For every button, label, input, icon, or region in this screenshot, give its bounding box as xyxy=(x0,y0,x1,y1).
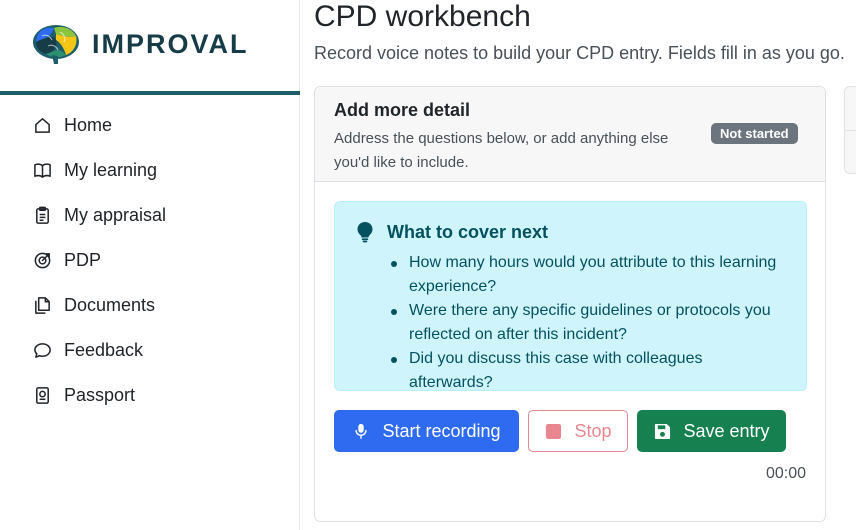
sidebar-item-my-learning[interactable]: My learning xyxy=(0,148,300,193)
brand[interactable]: IMPROVAL xyxy=(30,22,249,66)
sidebar-item-my-appraisal[interactable]: My appraisal xyxy=(0,193,300,238)
tip-list: How many hours would you attribute to th… xyxy=(355,251,788,395)
chat-bubble-icon xyxy=(32,341,52,361)
brain-logo-icon xyxy=(33,25,79,64)
book-icon xyxy=(32,161,52,181)
lightbulb-icon xyxy=(357,222,373,243)
sidebar-item-documents[interactable]: Documents xyxy=(0,283,300,328)
tip-header: What to cover next xyxy=(355,221,788,243)
card-header: Add more detail Address the questions be… xyxy=(315,87,825,182)
passport-icon xyxy=(32,386,52,406)
start-recording-label: Start recording xyxy=(382,420,501,441)
documents-icon xyxy=(32,296,52,316)
status-badge: Not started xyxy=(711,123,798,144)
start-recording-button[interactable]: Start recording xyxy=(334,410,519,452)
stop-icon xyxy=(544,422,562,440)
list-item: Did you discuss this case with colleague… xyxy=(389,347,788,395)
secondary-card-edge xyxy=(844,86,856,174)
tip-title: What to cover next xyxy=(387,221,549,242)
page-subtitle: Record voice notes to build your CPD ent… xyxy=(314,43,845,63)
microphone-icon xyxy=(352,422,370,440)
list-item: How many hours would you attribute to th… xyxy=(389,251,788,299)
sidebar-item-label: Documents xyxy=(64,295,156,315)
page-title: CPD workbench xyxy=(314,0,531,33)
sidebar-item-label: Feedback xyxy=(64,340,144,360)
brand-name: IMPROVAL xyxy=(92,28,249,59)
list-item: Were there any specific guidelines or pr… xyxy=(389,299,788,347)
sidebar-item-label: My appraisal xyxy=(64,205,167,225)
clipboard-icon xyxy=(32,206,52,226)
sidebar-item-label: PDP xyxy=(64,250,102,270)
sidebar-nav: Home My learning My appraisal PDP Docume… xyxy=(0,103,300,418)
recording-timer: 00:00 xyxy=(765,465,806,482)
add-detail-card: Add more detail Address the questions be… xyxy=(314,86,826,522)
stop-label: Stop xyxy=(574,420,612,441)
sidebar-item-label: Passport xyxy=(64,385,136,405)
sidebar-item-home[interactable]: Home xyxy=(0,103,300,148)
stop-button[interactable]: Stop xyxy=(528,410,628,452)
brand-divider xyxy=(0,91,300,95)
sidebar-item-label: Home xyxy=(64,115,113,135)
divider xyxy=(845,130,856,131)
card-description: Address the questions below, or add anyt… xyxy=(334,130,669,171)
floppy-disk-icon xyxy=(653,422,671,440)
card-title: Add more detail xyxy=(334,100,471,120)
sidebar-item-feedback[interactable]: Feedback xyxy=(0,328,300,373)
recording-actions: Start recording Stop Save entry xyxy=(334,410,806,452)
home-icon xyxy=(32,116,52,136)
sidebar-item-passport[interactable]: Passport xyxy=(0,373,300,418)
tip-box: What to cover next How many hours would … xyxy=(334,201,807,391)
card-body: What to cover next How many hours would … xyxy=(315,182,825,483)
save-entry-label: Save entry xyxy=(683,420,770,441)
sidebar-item-label: My learning xyxy=(64,160,158,180)
save-entry-button[interactable]: Save entry xyxy=(637,410,786,452)
sidebar-item-pdp[interactable]: PDP xyxy=(0,238,300,283)
sidebar: IMPROVAL Home My learning My appraisal P… xyxy=(0,0,300,530)
target-icon xyxy=(32,251,52,271)
